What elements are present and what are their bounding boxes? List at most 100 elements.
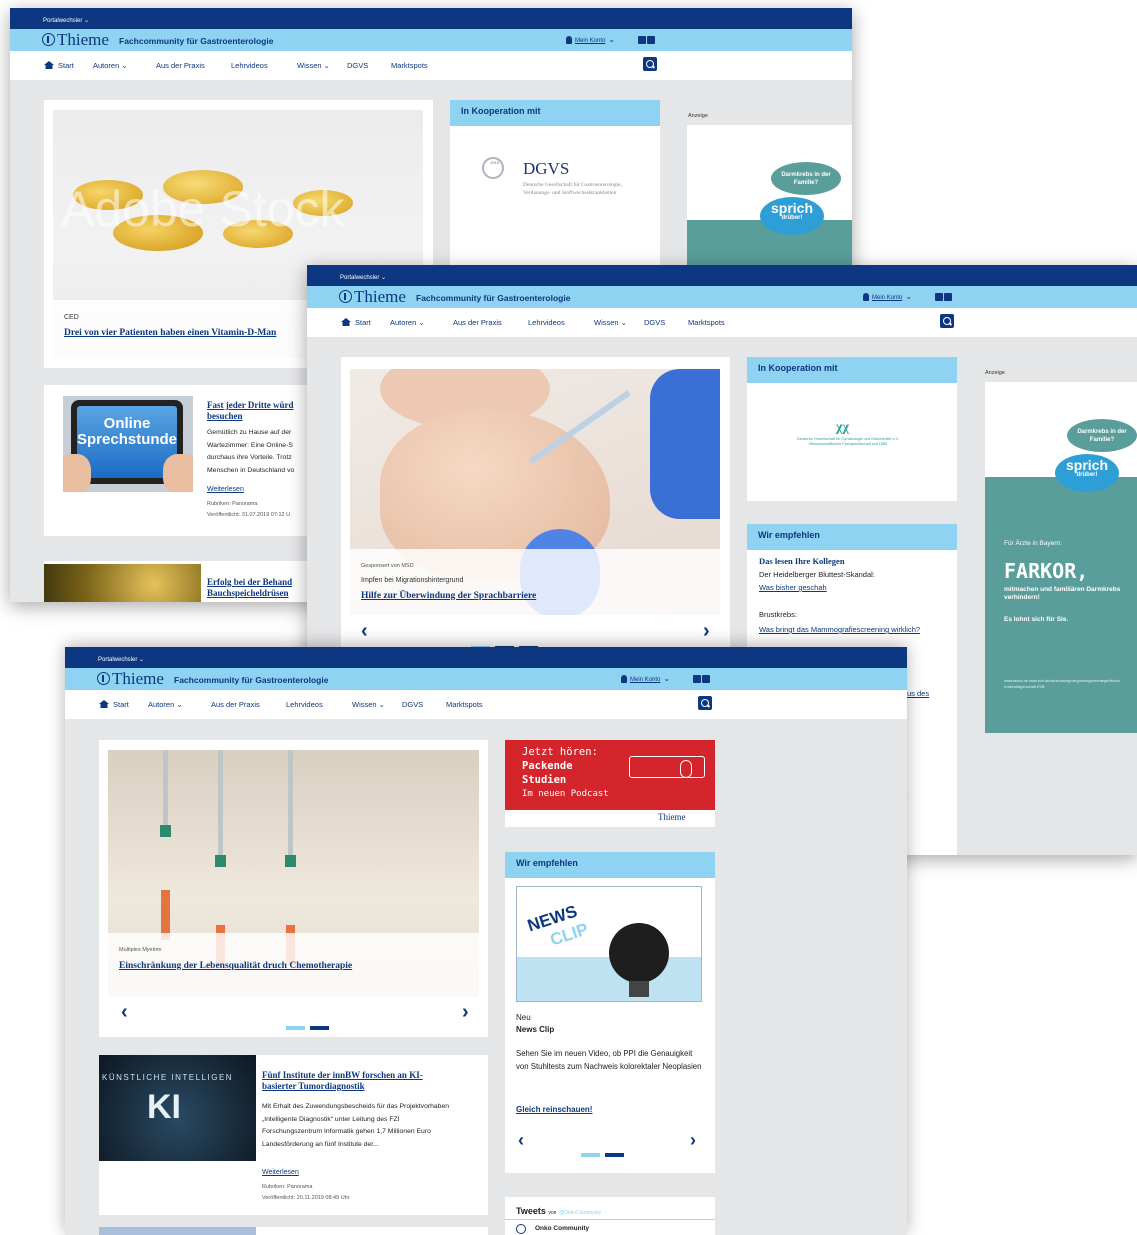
- nav-autoren[interactable]: Autoren ⌄: [390, 318, 425, 327]
- tweets-box: Tweets von @OnkoCommunity Onko Community: [505, 1197, 715, 1235]
- article-teaser: Gemütlich zu Hause auf der Wartezimmer: …: [207, 429, 295, 474]
- article-title[interactable]: Fünf Institute der innBW forschen an KI-…: [262, 1070, 447, 1092]
- ad-brand: FARKOR,: [1004, 559, 1089, 583]
- twitter-icon[interactable]: [935, 293, 943, 301]
- nav-autoren[interactable]: Autoren ⌄: [148, 700, 183, 709]
- hero-image: Multiples Myelom Einschränkung der Leben…: [108, 750, 479, 997]
- ad-banner[interactable]: Darmkrebs in der Familie? sprich drüber!…: [985, 382, 1137, 733]
- main-nav: Start Autoren ⌄ Aus der Praxis Lehrvideo…: [10, 51, 852, 80]
- xing-icon[interactable]: [944, 293, 952, 301]
- nav-dgvs[interactable]: DGVS: [347, 61, 368, 70]
- slide-title[interactable]: Einschränkung der Lebensqualität druch C…: [119, 961, 352, 971]
- chevron-right-icon[interactable]: ›: [462, 1001, 469, 1024]
- xing-icon[interactable]: [702, 675, 710, 683]
- recommend-header: Wir empfehlen: [747, 524, 957, 550]
- read-more-link[interactable]: Weiterlesen: [207, 486, 244, 493]
- ad-banner[interactable]: Darmkrebs in der Familie? sprich drüber!: [687, 125, 852, 275]
- recommend-link[interactable]: Was bisher geschah: [759, 583, 827, 592]
- sponsor-label: Gesponsert von MSD: [361, 563, 414, 569]
- twitter-handle-link[interactable]: @OnkoCommunity: [559, 1210, 601, 1216]
- nav-wissen[interactable]: Wissen ⌄: [352, 700, 385, 709]
- portal-switcher[interactable]: Portalwechsler ⌄: [307, 265, 1137, 286]
- news-clip-title: News Clip: [516, 1025, 555, 1034]
- nav-start[interactable]: Start: [44, 61, 74, 70]
- microphone-icon: [680, 760, 692, 778]
- nav-praxis[interactable]: Aus der Praxis: [211, 700, 260, 709]
- recommend-link[interactable]: us des: [907, 689, 929, 698]
- portal-switcher[interactable]: Portalwechsler ⌄: [10, 8, 852, 29]
- nav-wissen[interactable]: Wissen ⌄: [297, 61, 330, 70]
- hero-slider: Multiples Myelom Einschränkung der Leben…: [99, 740, 488, 1037]
- thieme-logo[interactable]: Thieme: [339, 287, 406, 307]
- twitter-icon[interactable]: [638, 36, 646, 44]
- nav-lehrvideos[interactable]: Lehrvideos: [286, 700, 323, 709]
- search-icon[interactable]: [698, 696, 712, 710]
- watch-now-link[interactable]: Gleich reinschauen!: [516, 1105, 592, 1114]
- chevron-down-icon: ⌄: [905, 292, 913, 301]
- nav-start[interactable]: Start: [99, 700, 129, 709]
- thieme-logo[interactable]: Thieme: [97, 669, 164, 689]
- thieme-logo[interactable]: Thieme: [42, 30, 109, 50]
- dggg-logo-icon[interactable]: χχ: [836, 420, 858, 435]
- chevron-left-icon[interactable]: ‹: [121, 1001, 128, 1024]
- thieme-emblem-icon: [339, 290, 352, 303]
- account-menu[interactable]: Mein Konto ⌄: [621, 674, 670, 683]
- news-clip-image[interactable]: NEWS CLIP: [516, 886, 702, 1002]
- home-icon: [44, 61, 54, 69]
- article-card: [99, 1227, 488, 1235]
- article-title[interactable]: Erfolg bei der Behand Bauchspeicheldrüse…: [207, 577, 317, 599]
- nav-marktspots[interactable]: Marktspots: [688, 318, 725, 327]
- nav-dgvs[interactable]: DGVS: [644, 318, 665, 327]
- cooperation-header: In Kooperation mit: [747, 357, 957, 383]
- recommend-link[interactable]: Was bringt das Mammografiescreening wirk…: [759, 623, 939, 636]
- article-title[interactable]: Fast jeder Dritte würd besuchen: [207, 400, 317, 422]
- brand-bar: Thieme Fachcommunity für Gastroenterolog…: [10, 29, 852, 51]
- podcast-banner[interactable]: Jetzt hören: Packende Studien Im neuen P…: [505, 740, 715, 827]
- cooperation-header: In Kooperation mit: [450, 100, 660, 126]
- site-subtitle: Fachcommunity für Gastroenterologie: [416, 293, 571, 303]
- chevron-left-icon[interactable]: ‹: [518, 1130, 524, 1151]
- nav-lehrvideos[interactable]: Lehrvideos: [528, 318, 565, 327]
- nav-praxis[interactable]: Aus der Praxis: [453, 318, 502, 327]
- nav-dgvs[interactable]: DGVS: [402, 700, 423, 709]
- nav-marktspots[interactable]: Marktspots: [391, 61, 428, 70]
- search-icon[interactable]: [940, 314, 954, 328]
- dgvs-logo-text[interactable]: DGVS: [523, 159, 569, 179]
- search-icon[interactable]: [643, 57, 657, 71]
- nav-marktspots[interactable]: Marktspots: [446, 700, 483, 709]
- twitter-icon[interactable]: [693, 675, 701, 683]
- article-rubric[interactable]: Rubriken: Panorama: [262, 1184, 312, 1190]
- user-icon: [566, 36, 572, 44]
- xing-icon[interactable]: [647, 36, 655, 44]
- ad-label: Anzeige: [985, 370, 1005, 376]
- chevron-right-icon[interactable]: ›: [690, 1130, 696, 1151]
- thieme-emblem-icon: [97, 672, 110, 685]
- podcast-logo: Thieme: [658, 812, 686, 822]
- home-icon: [341, 318, 351, 326]
- brand-bar: Thieme Fachcommunity für Gastroenterolog…: [65, 668, 907, 690]
- hero-image: Gesponsert von MSD Impfen bei Migrations…: [350, 369, 720, 615]
- nav-lehrvideos[interactable]: Lehrvideos: [231, 61, 268, 70]
- nav-autoren[interactable]: Autoren ⌄: [93, 61, 128, 70]
- slider-dots[interactable]: [286, 1017, 334, 1035]
- slider-dots[interactable]: [581, 1144, 629, 1162]
- read-more-link[interactable]: Weiterlesen: [262, 1169, 299, 1176]
- slide-title[interactable]: Hilfe zur Überwindung der Sprachbarriere: [361, 591, 536, 601]
- article-date: Veröffentlicht: 20.11.2019 08:49 Uhr: [262, 1195, 350, 1201]
- nav-praxis[interactable]: Aus der Praxis: [156, 61, 205, 70]
- tweet-author[interactable]: Onko Community: [535, 1225, 589, 1232]
- screenshot-3: Portalwechsler ⌄ Thieme Fachcommunity fü…: [65, 647, 907, 1235]
- chevron-right-icon[interactable]: ›: [703, 620, 710, 643]
- ad-bubble-question: Darmkrebs in der Familie?: [1067, 419, 1137, 452]
- chevron-left-icon[interactable]: ‹: [361, 620, 368, 643]
- nav-wissen[interactable]: Wissen ⌄: [594, 318, 627, 327]
- slide-title[interactable]: Drei von vier Patienten haben einen Vita…: [64, 328, 276, 338]
- chevron-down-icon: ⌄: [663, 674, 671, 683]
- article-rubric[interactable]: Rubriken: Panorama: [207, 501, 257, 507]
- chevron-down-icon: ⌄: [608, 35, 616, 44]
- account-menu[interactable]: Mein Konto ⌄: [863, 292, 912, 301]
- portal-switcher[interactable]: Portalwechsler ⌄: [65, 647, 907, 668]
- account-menu[interactable]: Mein Konto ⌄: [566, 35, 615, 44]
- hero-slider: Gesponsert von MSD Impfen bei Migrations…: [341, 357, 730, 657]
- nav-start[interactable]: Start: [341, 318, 371, 327]
